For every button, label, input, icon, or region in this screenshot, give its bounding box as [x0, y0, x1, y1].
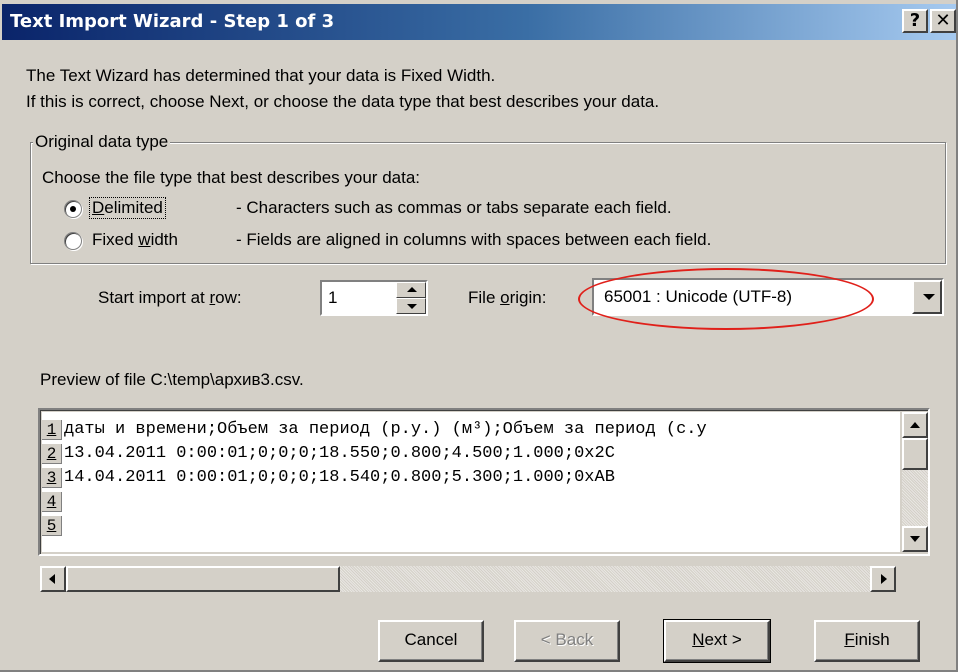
fixed-width-radio[interactable]: [64, 232, 82, 250]
preview-row: 4: [42, 492, 64, 514]
delimited-radio[interactable]: [64, 200, 82, 218]
start-row-label: Start import at row:: [98, 288, 242, 307]
file-origin-value: 65001 : Unicode (UTF-8): [604, 287, 793, 306]
group-legend: Original data type: [33, 132, 171, 152]
arrow-down-icon: [910, 536, 920, 542]
back-button[interactable]: < Back: [514, 620, 620, 662]
row-number: 1: [42, 420, 62, 440]
spin-up-button[interactable]: [396, 282, 426, 298]
intro-line-1: The Text Wizard has determined that your…: [26, 66, 496, 85]
intro-line-2: If this is correct, choose Next, or choo…: [26, 92, 660, 111]
fixed-width-label[interactable]: Fixed width: [92, 230, 178, 250]
start-row-spinner[interactable]: 1: [320, 280, 428, 316]
delimited-description: - Characters such as commas or tabs sepa…: [236, 198, 672, 217]
cancel-button[interactable]: Cancel: [378, 620, 484, 662]
preview-content: 1 даты и времени;Объем за период (р.у.) (…: [42, 412, 900, 552]
dialog-title: Text Import Wizard - Step 1 of 3: [10, 11, 335, 32]
row-text: [62, 516, 64, 535]
scroll-left-button[interactable]: [40, 566, 66, 592]
close-button[interactable]: ✕: [930, 9, 956, 33]
row-number: 4: [42, 492, 62, 512]
row-text: 13.04.2011 0:00:01;0;0;0;18.550;0.800;4.…: [64, 444, 615, 463]
file-preview-pane[interactable]: 1 даты и времени;Объем за период (р.у.) (…: [38, 408, 930, 556]
file-origin-dropdown-button[interactable]: [912, 280, 942, 314]
preview-row: 2 13.04.2011 0:00:01;0;0;0;18.550;0.800;4…: [42, 444, 615, 466]
preview-row: 1 даты и времени;Объем за период (р.у.) (…: [42, 420, 707, 442]
file-origin-select[interactable]: 65001 : Unicode (UTF-8): [592, 278, 944, 316]
arrow-left-icon: [49, 574, 55, 584]
scroll-right-button[interactable]: [870, 566, 896, 592]
arrow-down-icon: [407, 304, 417, 309]
finish-button[interactable]: Finish: [814, 620, 920, 662]
row-text: даты и времени;Объем за период (р.у.) (м…: [64, 420, 707, 439]
title-bar[interactable]: Text Import Wizard - Step 1 of 3 ? ✕: [2, 4, 956, 40]
row-text: 14.04.2011 0:00:01;0;0;0;18.540;0.800;5.…: [64, 468, 615, 487]
preview-vertical-scrollbar[interactable]: [902, 412, 928, 552]
text-import-wizard-dialog: Text Import Wizard - Step 1 of 3 ? ✕ The…: [0, 0, 958, 672]
row-number: 3: [42, 468, 62, 488]
vertical-scroll-thumb[interactable]: [902, 438, 928, 470]
arrow-up-icon: [407, 287, 417, 292]
preview-row: 3 14.04.2011 0:00:01;0;0;0;18.540;0.800;5…: [42, 468, 615, 490]
row-number: 5: [42, 516, 62, 536]
scroll-up-button[interactable]: [902, 412, 928, 438]
arrow-up-icon: [910, 422, 920, 428]
file-origin-label: File origin:: [468, 288, 547, 307]
preview-horizontal-scrollbar[interactable]: [40, 566, 896, 592]
radio-selected-dot: [70, 206, 76, 212]
spin-down-button[interactable]: [396, 298, 426, 314]
start-row-value[interactable]: 1: [328, 288, 337, 308]
help-button[interactable]: ?: [902, 9, 928, 33]
fixed-width-description: - Fields are aligned in columns with spa…: [236, 230, 712, 249]
horizontal-scroll-thumb[interactable]: [66, 566, 340, 592]
preview-label: Preview of file C:\temp\архив3.csv.: [40, 370, 304, 389]
delimited-label[interactable]: Delimited: [89, 197, 166, 219]
chevron-down-icon: [923, 294, 935, 300]
row-text: [62, 492, 64, 511]
next-button[interactable]: Next >: [663, 619, 771, 663]
arrow-right-icon: [881, 574, 887, 584]
row-number: 2: [42, 444, 62, 464]
file-type-prompt: Choose the file type that best describes…: [42, 168, 421, 187]
preview-row: 5: [42, 516, 64, 538]
scroll-down-button[interactable]: [902, 526, 928, 552]
